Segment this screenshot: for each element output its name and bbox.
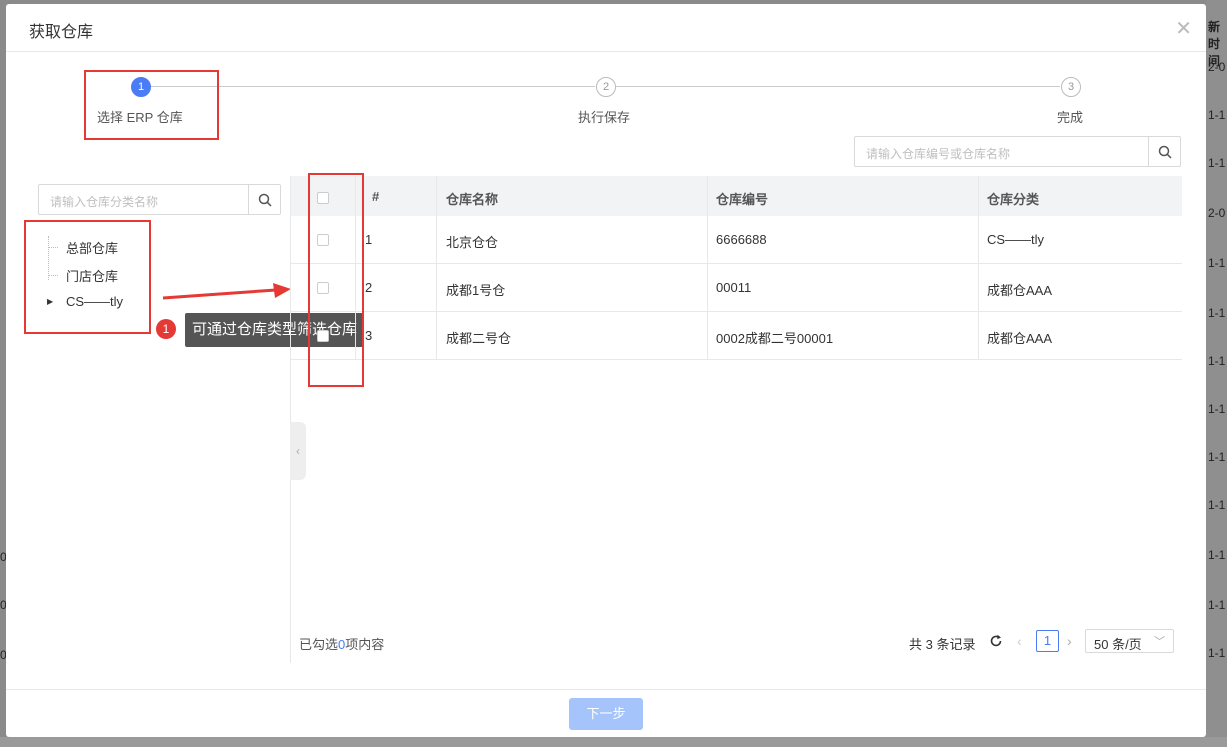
background-page-strip: 新时间 2-0 1-1 1-1 2-0 1-1 1-1 1-1 1-1 1-1 … (1206, 0, 1227, 747)
header-warehouse-code: 仓库编号 (716, 192, 769, 207)
row-name: 成都二号仓 (446, 331, 512, 346)
search-icon (1158, 145, 1172, 159)
background-cell: 1-1 (1208, 108, 1226, 122)
background-cell: 1-1 (1208, 598, 1226, 612)
selection-summary: 已勾选0项内容 (299, 634, 384, 653)
warehouse-search-button[interactable] (1148, 137, 1180, 166)
row-index: 3 (365, 328, 373, 343)
header-warehouse-category: 仓库分类 (987, 192, 1040, 207)
footer-divider (6, 689, 1206, 690)
page-1-button[interactable]: 1 (1036, 630, 1059, 652)
row-index: 1 (365, 232, 373, 247)
category-search-input[interactable]: 请输入仓库分类名称 (38, 184, 281, 215)
background-cell: 1-1 (1208, 450, 1226, 464)
warehouse-search-input[interactable]: 请输入仓库编号或仓库名称 (854, 136, 1181, 167)
category-search-button[interactable] (248, 185, 280, 214)
background-cell: 2-0 (1208, 60, 1226, 74)
get-warehouse-modal: 获取仓库 ✕ 1 选择 ERP 仓库 2 执行保存 3 完成 请输入仓库编号或仓… (6, 4, 1206, 737)
close-icon[interactable]: ✕ (1175, 16, 1192, 41)
column-separator (707, 176, 708, 360)
chevron-left-icon: ‹ (296, 444, 300, 458)
background-cell: 1-1 (1208, 548, 1226, 562)
highlight-box-checkbox-column (308, 173, 364, 387)
table-row[interactable]: 3 成都二号仓 0002成都二号00001 成都仓AAA (291, 312, 1182, 360)
background-cell: 1-1 (1208, 306, 1226, 320)
background-cell: 1-1 (1208, 256, 1226, 270)
column-separator (978, 176, 979, 360)
row-category: 成都仓AAA (987, 283, 1053, 298)
step-3-circle: 3 (1061, 77, 1081, 97)
row-code: 00011 (716, 280, 752, 295)
row-index: 2 (365, 280, 373, 295)
next-page-icon[interactable]: › (1067, 633, 1072, 649)
step-2-label: 执行保存 (578, 110, 631, 125)
page-size-select[interactable]: 50 条/页 ﹀ (1085, 629, 1174, 653)
warehouse-search-placeholder: 请输入仓库编号或仓库名称 (866, 147, 1011, 161)
background-cell: 2-0 (1208, 206, 1226, 220)
modal-title: 获取仓库 (29, 24, 94, 41)
refresh-icon[interactable] (989, 634, 1003, 648)
step-2-circle: 2 (596, 77, 616, 97)
modal-header: 获取仓库 ✕ (6, 4, 1206, 52)
header-warehouse-name: 仓库名称 (446, 192, 499, 207)
background-cell: 1-1 (1208, 156, 1226, 170)
annotation-arrow (162, 283, 291, 300)
prev-page-icon[interactable]: ‹ (1017, 633, 1022, 649)
highlight-box-step (84, 70, 219, 140)
row-name: 北京仓仓 (446, 235, 499, 250)
selection-prefix: 已勾选 (299, 637, 339, 652)
row-category: 成都仓AAA (987, 331, 1053, 346)
search-icon (258, 193, 272, 207)
table-row[interactable]: 2 成都1号仓 00011 成都仓AAA (291, 264, 1182, 312)
collapse-panel-toggle[interactable]: ‹ (290, 422, 306, 480)
row-category: CS——tly (987, 232, 1045, 247)
row-name: 成都1号仓 (446, 283, 506, 298)
page-size-value: 50 条/页 (1094, 637, 1142, 652)
background-cell: 1-1 (1208, 646, 1226, 660)
annotation-badge: 1 (156, 319, 176, 339)
background-cell: 1-1 (1208, 498, 1226, 512)
category-search-placeholder: 请输入仓库分类名称 (50, 195, 159, 209)
selection-suffix: 项内容 (345, 637, 385, 652)
table-row[interactable]: 1 北京仓仓 6666688 CS——tly (291, 216, 1182, 264)
column-separator (436, 176, 437, 360)
header-index: # (372, 189, 380, 204)
highlight-box-tree (24, 220, 151, 334)
row-code: 6666688 (716, 232, 767, 247)
pager-total: 共 3 条记录 (909, 637, 976, 652)
step-connector (616, 86, 1060, 87)
next-step-button[interactable]: 下一步 (569, 698, 643, 730)
row-code: 0002成都二号00001 (716, 331, 834, 346)
chevron-down-icon: ﹀ (1154, 636, 1165, 648)
background-cell: 1-1 (1208, 354, 1226, 368)
background-cell: 1-1 (1208, 402, 1226, 416)
background-bottom (0, 737, 1227, 747)
step-3-label: 完成 (1057, 110, 1084, 125)
